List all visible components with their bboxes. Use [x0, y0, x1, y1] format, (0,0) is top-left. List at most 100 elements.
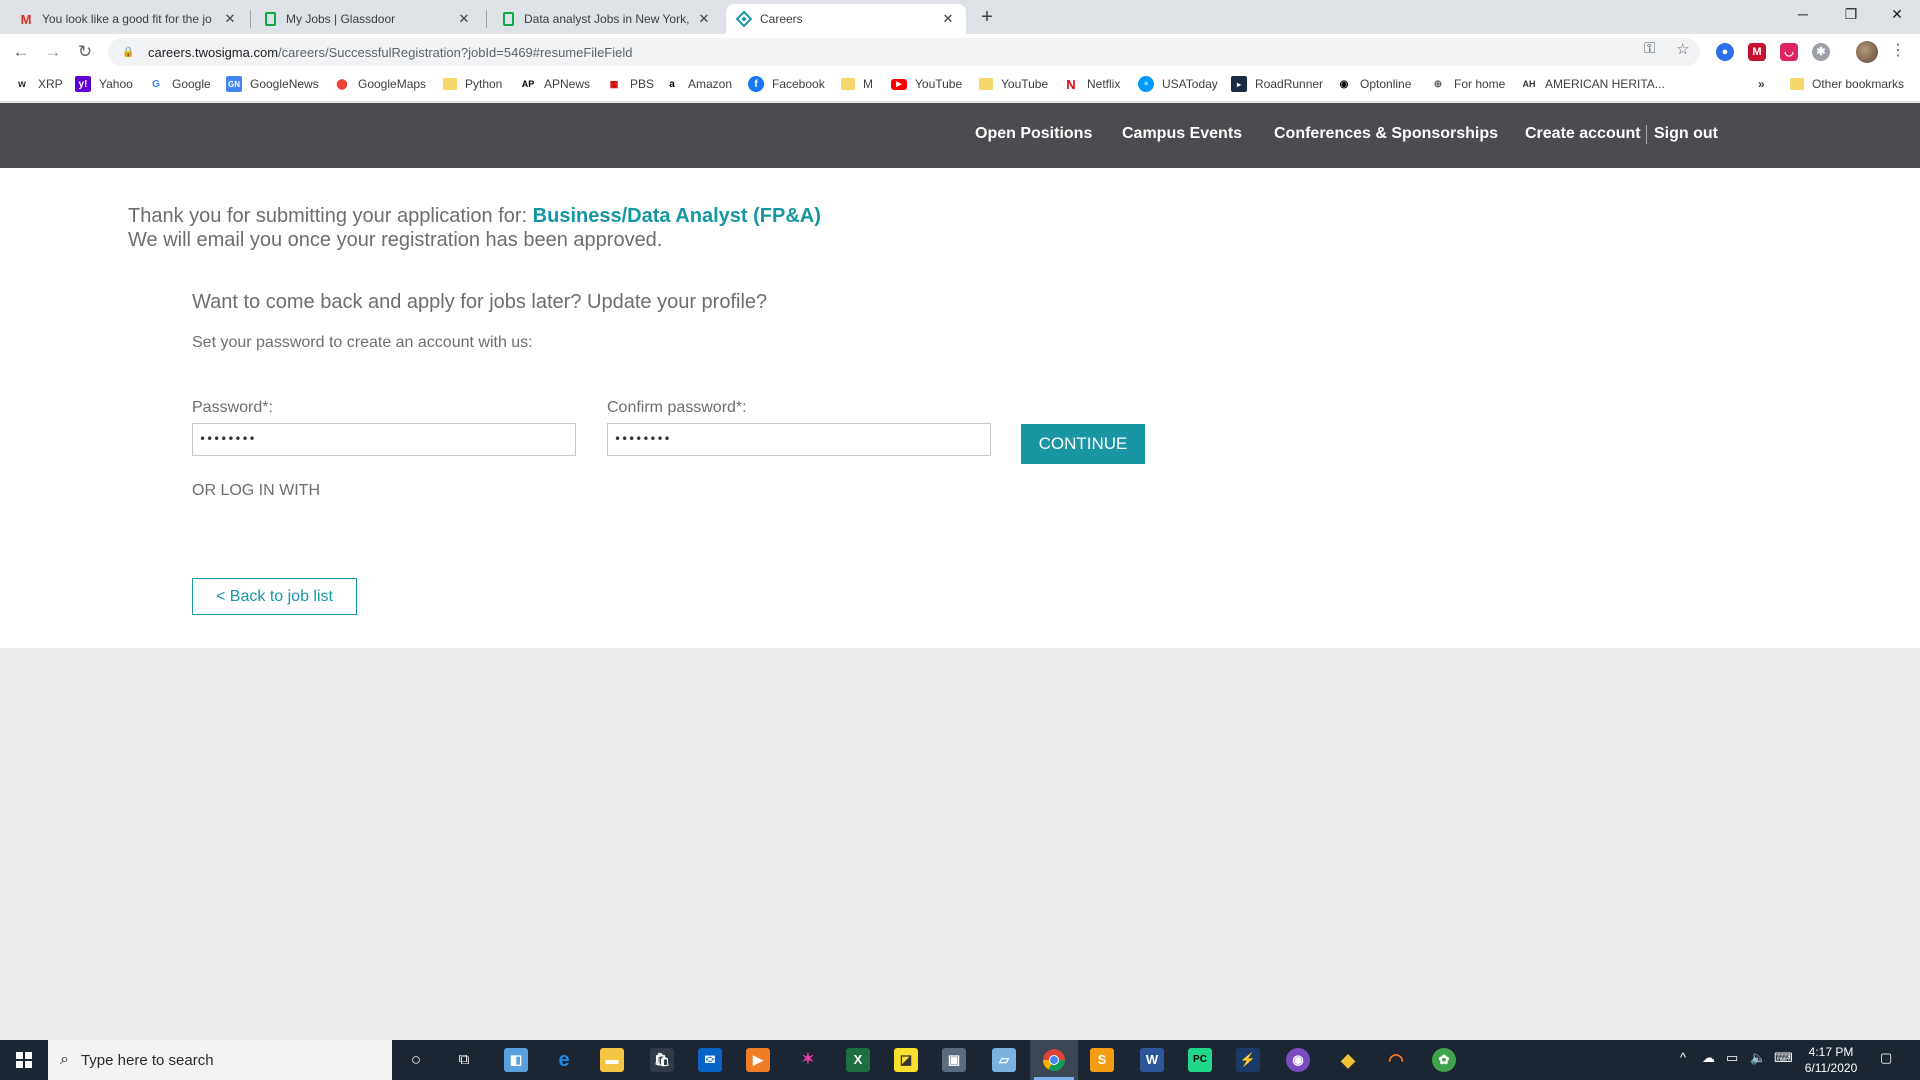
- address-bar[interactable]: 🔒 careers.twosigma.com/careers/Successfu…: [108, 38, 1700, 66]
- edge-icon[interactable]: e: [552, 1048, 576, 1072]
- bookmark-star-icon[interactable]: ☆: [1676, 40, 1689, 58]
- bookmark-youtube-folder[interactable]: YouTube: [979, 70, 1048, 98]
- bookmark-apnews[interactable]: AP APNews: [520, 70, 590, 98]
- remote-desktop-icon[interactable]: ▣: [942, 1048, 966, 1072]
- bookmark-netflix[interactable]: N Netflix: [1063, 70, 1120, 98]
- bookmark-facebook[interactable]: f Facebook: [748, 70, 825, 98]
- network-icon[interactable]: ▭: [1726, 1050, 1738, 1066]
- bookmark-optonline[interactable]: ◉ Optonline: [1336, 70, 1412, 98]
- twosigma-icon: [736, 11, 752, 27]
- confirm-password-field[interactable]: ••••••••: [607, 423, 991, 456]
- app-circle-icon[interactable]: ◉: [1286, 1048, 1310, 1072]
- bookmark-label: XRP: [38, 77, 63, 91]
- sublime-text-icon[interactable]: S: [1090, 1048, 1114, 1072]
- nav-campus-events[interactable]: Campus Events: [1122, 125, 1242, 143]
- tray-chevron-icon[interactable]: ^: [1680, 1050, 1686, 1065]
- bookmark-label: YouTube: [915, 77, 963, 91]
- continue-button[interactable]: CONTINUE: [1021, 424, 1145, 464]
- browser-tab-gmail[interactable]: M You look like a good fit for the jo ✕: [8, 4, 248, 34]
- reload-icon[interactable]: ↻: [73, 40, 97, 64]
- bookmarks-overflow[interactable]: »: [1758, 70, 1765, 98]
- browser-tab-careers[interactable]: Careers ✕: [726, 4, 966, 34]
- bookmark-google[interactable]: G Google: [148, 70, 211, 98]
- extension-shield-icon[interactable]: ●: [1716, 43, 1734, 61]
- bookmark-yahoo[interactable]: y! Yahoo: [75, 70, 133, 98]
- task-view-icon[interactable]: ⧉: [452, 1048, 476, 1072]
- bookmark-for-home[interactable]: ⊕ For home: [1430, 70, 1506, 98]
- cortana-icon[interactable]: ○: [404, 1048, 428, 1072]
- word-icon[interactable]: W: [1140, 1048, 1164, 1072]
- glassdoor-icon: [262, 11, 278, 27]
- onedrive-icon[interactable]: ☁: [1702, 1050, 1715, 1066]
- windows-start-icon[interactable]: [0, 1040, 48, 1080]
- nav-open-positions[interactable]: Open Positions: [975, 125, 1092, 143]
- vs-code-icon[interactable]: ⚡: [1236, 1048, 1260, 1072]
- bookmark-googlemaps[interactable]: ⬤ GoogleMaps: [334, 70, 426, 98]
- bookmark-roadrunner[interactable]: ▸ RoadRunner: [1231, 70, 1323, 98]
- key-icon[interactable]: ⚿: [1644, 40, 1655, 57]
- store-icon[interactable]: 🛍: [650, 1048, 674, 1072]
- chrome-icon[interactable]: [1042, 1048, 1066, 1072]
- tab-title: My Jobs | Glassdoor: [286, 12, 396, 26]
- notifications-icon[interactable]: ▢: [1880, 1050, 1892, 1066]
- profile-avatar[interactable]: [1856, 41, 1878, 63]
- minimize-icon[interactable]: ─: [1780, 0, 1826, 30]
- yahoo-icon: y!: [75, 76, 91, 92]
- notepad-icon[interactable]: ▱: [992, 1048, 1016, 1072]
- new-tab-button[interactable]: +: [975, 5, 999, 29]
- browser-tab-glassdoor-myjobs[interactable]: My Jobs | Glassdoor ✕: [252, 4, 482, 34]
- close-tab-icon[interactable]: ✕: [222, 11, 238, 27]
- password-field[interactable]: ••••••••: [192, 423, 576, 456]
- close-tab-icon[interactable]: ✕: [940, 11, 956, 27]
- close-tab-icon[interactable]: ✕: [696, 11, 712, 27]
- mail-icon[interactable]: ✉: [698, 1048, 722, 1072]
- close-tab-icon[interactable]: ✕: [456, 11, 472, 27]
- pycharm-icon[interactable]: PC: [1188, 1048, 1212, 1072]
- browser-tab-strip: M You look like a good fit for the jo ✕ …: [0, 0, 1920, 34]
- browser-toolbar: ← → ↻ 🔒 careers.twosigma.com/careers/Suc…: [0, 34, 1920, 70]
- tab-title: Careers: [760, 12, 803, 26]
- extension-bug-icon[interactable]: ✱: [1812, 43, 1830, 61]
- bookmark-xrp[interactable]: w XRP: [14, 70, 63, 98]
- bookmark-amazon[interactable]: a Amazon: [664, 70, 732, 98]
- jupyter-icon[interactable]: ◠: [1384, 1048, 1408, 1072]
- file-explorer-icon[interactable]: ▬: [600, 1048, 624, 1072]
- bookmark-m[interactable]: M: [841, 70, 873, 98]
- close-window-icon[interactable]: ✕: [1874, 0, 1920, 30]
- bookmark-label: USAToday: [1162, 77, 1218, 91]
- extension-pocket-icon[interactable]: ◡: [1780, 43, 1798, 61]
- bookmark-python[interactable]: Python: [443, 70, 502, 98]
- main-content: Thank you for submitting your applicatio…: [0, 168, 1920, 648]
- app-green-icon[interactable]: ✿: [1432, 1048, 1456, 1072]
- bookmark-american-heritage[interactable]: AH AMERICAN HERITA...: [1521, 70, 1665, 98]
- bookmark-googlenews[interactable]: GN GoogleNews: [226, 70, 319, 98]
- excel-icon[interactable]: X: [846, 1048, 870, 1072]
- nav-sign-out[interactable]: Sign out: [1654, 125, 1718, 143]
- gmail-icon: M: [20, 11, 32, 27]
- bookmark-youtube[interactable]: ▶ YouTube: [891, 70, 962, 98]
- git-icon[interactable]: ◆: [1336, 1048, 1360, 1072]
- nav-conferences[interactable]: Conferences & Sponsorships: [1274, 125, 1498, 143]
- browser-tab-glassdoor-search[interactable]: Data analyst Jobs in New York, N ✕: [490, 4, 722, 34]
- back-to-job-list-button[interactable]: < Back to job list: [192, 578, 357, 615]
- sticky-notes-icon[interactable]: ◪: [894, 1048, 918, 1072]
- tab-divider: [486, 10, 487, 28]
- taskbar-app-icon[interactable]: ◧: [504, 1048, 528, 1072]
- paint-icon[interactable]: ✶: [796, 1048, 820, 1072]
- system-clock[interactable]: 4:17 PM 6/11/2020: [1798, 1044, 1864, 1076]
- volume-icon[interactable]: 🔈: [1750, 1050, 1766, 1066]
- taskbar-search-box[interactable]: ⌕ Type here to search: [48, 1040, 392, 1080]
- bookmark-label: Google: [172, 77, 211, 91]
- nav-create-account[interactable]: Create account: [1525, 125, 1641, 143]
- bookmark-other[interactable]: Other bookmarks: [1790, 70, 1904, 98]
- roadrunner-icon: ▸: [1231, 76, 1247, 92]
- media-player-icon[interactable]: ▶: [746, 1048, 770, 1072]
- restore-icon[interactable]: ❐: [1828, 0, 1874, 30]
- bookmark-usatoday[interactable]: ≡ USAToday: [1138, 70, 1218, 98]
- keyboard-icon[interactable]: ⌨: [1774, 1050, 1793, 1066]
- bookmark-pbs[interactable]: ▦ PBS: [606, 70, 654, 98]
- extension-mcafee-icon[interactable]: M: [1748, 43, 1766, 61]
- back-arrow-icon[interactable]: ←: [9, 40, 33, 64]
- forward-arrow-icon[interactable]: →: [41, 40, 65, 64]
- chrome-menu-icon[interactable]: ⋮: [1890, 40, 1906, 60]
